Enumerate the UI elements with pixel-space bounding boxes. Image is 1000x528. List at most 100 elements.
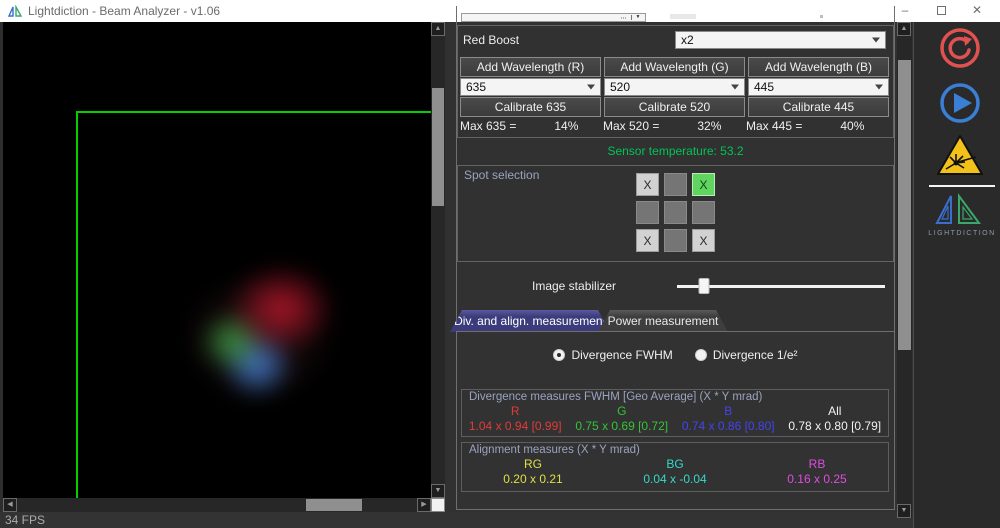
app-logo-icon: [8, 5, 22, 17]
brand-logo: LIGHTDICTION: [922, 192, 1000, 237]
calibrate-520-button[interactable]: Calibrate 520: [604, 97, 745, 117]
max-445-value: 40%: [840, 119, 864, 133]
wavelength-b-value: 445: [754, 80, 774, 94]
roi-rectangle: [76, 111, 431, 498]
radio-divergence-fwhm[interactable]: Divergence FWHM: [553, 348, 672, 362]
add-wavelength-r-button[interactable]: Add Wavelength (R): [460, 57, 601, 77]
add-wavelength-b-button[interactable]: Add Wavelength (B): [748, 57, 889, 77]
divergence-headers: R G B All: [462, 404, 888, 418]
play-icon: [938, 81, 982, 125]
divergence-col-g: G: [569, 404, 676, 418]
alignment-value-bg: 0.04 x -0.04: [604, 472, 746, 486]
max-values-row: Max 635 =14% Max 520 =32% Max 445 =40%: [460, 119, 889, 133]
brand-logo-text: LIGHTDICTION: [922, 230, 1000, 237]
truncated-label-fragment: [820, 15, 823, 18]
camera-vscroll-thumb[interactable]: [432, 88, 444, 206]
camera-hscroll-thumb[interactable]: [306, 499, 362, 511]
calibrate-635-button[interactable]: Calibrate 635: [460, 97, 601, 117]
spot-selection-grid: X X X X: [636, 173, 715, 252]
panel-scroll-up-button[interactable]: ▲: [897, 22, 911, 36]
spot-cell-8[interactable]: X: [692, 229, 715, 252]
wavelength-r-dropdown[interactable]: 635: [460, 78, 601, 96]
radio-icon: [553, 349, 565, 361]
scroll-right-button[interactable]: ▶: [417, 498, 431, 512]
max-520-label: Max 520 =: [603, 119, 659, 133]
image-stabilizer-slider[interactable]: [677, 278, 885, 294]
scroll-up-button[interactable]: ▲: [431, 22, 445, 36]
chevron-down-icon: [875, 85, 883, 90]
radio-divergence-fwhm-label: Divergence FWHM: [571, 348, 672, 362]
divergence-values: 1.04 x 0.94 [0.99] 0.75 x 0.69 [0.72] 0.…: [462, 419, 888, 433]
alignment-col-rg: RG: [462, 457, 604, 471]
laser-warning-button[interactable]: [936, 133, 980, 177]
spot-cell-3[interactable]: [636, 201, 659, 224]
panel-vscroll-thumb[interactable]: [898, 60, 911, 350]
radio-icon: [695, 349, 707, 361]
truncated-combobox[interactable]: ⋯ ▼: [461, 13, 646, 22]
divergence-col-all: All: [782, 404, 889, 418]
camera-vertical-scrollbar[interactable]: ▲ ▼: [431, 22, 445, 498]
radio-divergence-1e2-label: Divergence 1/e²: [713, 348, 798, 362]
wavelength-g-dropdown[interactable]: 520: [604, 78, 745, 96]
lightdiction-logo-icon: [933, 192, 991, 226]
chevron-down-icon: ▼: [631, 15, 644, 20]
alignment-measures-title: Alignment measures (X * Y mrad): [469, 444, 640, 456]
red-boost-label: Red Boost: [463, 33, 519, 47]
reset-button[interactable]: [938, 26, 982, 70]
red-boost-dropdown[interactable]: x2: [675, 31, 886, 49]
wavelength-r-value: 635: [466, 80, 486, 94]
max-635-label: Max 635 =: [460, 119, 516, 133]
tab-div-align-measurement[interactable]: Div. and align. measurement: [450, 310, 610, 332]
spot-cell-5[interactable]: [692, 201, 715, 224]
spot-cell-0[interactable]: X: [636, 173, 659, 196]
alignment-values: 0.20 x 0.21 0.04 x -0.04 0.16 x 0.25: [462, 472, 888, 486]
alignment-value-rg: 0.20 x 0.21: [462, 472, 604, 486]
channel-red: Add Wavelength (R) 635 Calibrate 635: [460, 57, 601, 117]
camera-horizontal-scrollbar[interactable]: ◀ ▶: [3, 498, 431, 512]
play-button[interactable]: [938, 81, 982, 125]
image-stabilizer-slider-thumb[interactable]: [699, 278, 710, 294]
tab-power-measurement[interactable]: Power measurement: [598, 310, 728, 332]
reset-icon: [938, 26, 982, 70]
scroll-left-button[interactable]: ◀: [3, 498, 17, 512]
fps-counter: 34 FPS: [5, 513, 45, 527]
spot-cell-7[interactable]: [664, 229, 687, 252]
channel-green: Add Wavelength (G) 520 Calibrate 520: [604, 57, 745, 117]
calibrate-445-button[interactable]: Calibrate 445: [748, 97, 889, 117]
chevron-down-icon: [587, 85, 595, 90]
chevron-down-icon: [731, 85, 739, 90]
divergence-measures-box: Divergence measures FWHM [Geo Average] (…: [461, 389, 889, 437]
divergence-value-r: 1.04 x 0.94 [0.99]: [462, 419, 569, 433]
add-wavelength-g-button[interactable]: Add Wavelength (G): [604, 57, 745, 77]
restore-icon: [937, 6, 946, 15]
divergence-col-r: R: [462, 404, 569, 418]
alignment-headers: RG BG RB: [462, 457, 888, 471]
status-bar: 34 FPS: [0, 512, 913, 528]
sensor-temperature: Sensor temperature: 53.2: [456, 144, 895, 158]
sidebar-divider: [929, 185, 995, 187]
close-button[interactable]: ✕: [962, 0, 992, 20]
spot-cell-1[interactable]: [664, 173, 687, 196]
truncated-checkbox[interactable]: [670, 14, 696, 19]
radio-divergence-1e2[interactable]: Divergence 1/e²: [695, 348, 798, 362]
toolbar-sidebar: LIGHTDICTION: [913, 22, 1000, 528]
red-boost-value: x2: [681, 33, 694, 47]
scrollbar-corner: [431, 498, 445, 512]
panel-scroll-down-button[interactable]: ▼: [897, 504, 911, 518]
divergence-value-g: 0.75 x 0.69 [0.72]: [569, 419, 676, 433]
laser-warning-icon: [936, 133, 984, 177]
spot-cell-6[interactable]: X: [636, 229, 659, 252]
divergence-radio-row: Divergence FWHM Divergence 1/e²: [456, 348, 895, 362]
divergence-value-b: 0.74 x 0.86 [0.80]: [675, 419, 782, 433]
window-title: Lightdiction - Beam Analyzer - v1.06: [28, 4, 220, 18]
camera-view[interactable]: [3, 22, 431, 498]
divergence-col-b: B: [675, 404, 782, 418]
max-520-value: 32%: [697, 119, 721, 133]
divergence-measures-title: Divergence measures FWHM [Geo Average] (…: [469, 391, 762, 403]
scroll-down-button[interactable]: ▼: [431, 484, 445, 498]
spot-cell-2[interactable]: X: [692, 173, 715, 196]
panel-vertical-scrollbar[interactable]: ▲ ▼: [897, 22, 912, 518]
restore-button[interactable]: [926, 0, 956, 20]
wavelength-b-dropdown[interactable]: 445: [748, 78, 889, 96]
spot-cell-4[interactable]: [664, 201, 687, 224]
